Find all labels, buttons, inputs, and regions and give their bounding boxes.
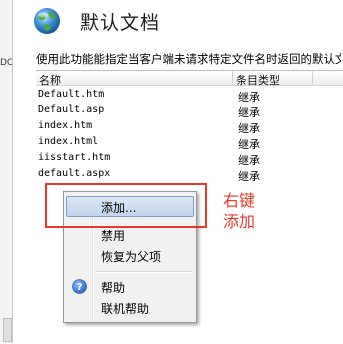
entry-type: 继承 [238, 154, 260, 167]
column-header-entry-type[interactable]: 条目类型 [236, 72, 280, 88]
column-divider[interactable] [312, 71, 313, 85]
menu-separator [96, 271, 192, 273]
document-name: Default.asp [38, 104, 105, 115]
svg-text:?: ? [77, 282, 83, 293]
entry-type: 继承 [238, 122, 260, 135]
document-name: index.htm [38, 120, 93, 131]
list-row[interactable]: iisstart.htm 继承 [36, 151, 343, 167]
feature-description: 使用此功能能指定当客户端未请求特定文件名时返回的默认文 [36, 52, 341, 66]
column-header-name[interactable]: 名称 [39, 72, 61, 88]
left-pane: DC [0, 0, 13, 343]
menu-item-online-help[interactable]: 联机帮助 [66, 297, 194, 318]
annotation-highlight-box [45, 183, 207, 228]
document-name: Default.htm [38, 89, 105, 100]
left-pane-fragment: DC [0, 58, 12, 68]
help-icon: ? [72, 279, 87, 294]
column-divider[interactable] [232, 71, 233, 85]
menu-item-label: 禁用 [101, 229, 126, 243]
document-name: iisstart.htm [38, 152, 111, 163]
menu-item-revert-to-parent[interactable]: 恢复为父项 [66, 245, 194, 266]
list-header: 名称 条目类型 [36, 71, 343, 88]
list-row[interactable]: index.html 继承 [36, 135, 343, 151]
menu-item-label: 帮助 [101, 281, 126, 295]
entry-type: 继承 [238, 106, 260, 119]
menu-item-label: 联机帮助 [101, 302, 150, 316]
menu-item-help[interactable]: ? 帮助 [66, 276, 194, 297]
annotation-label: 右键添加 [223, 191, 256, 231]
left-pane-scrollbar[interactable] [3, 318, 12, 342]
list-row[interactable]: default.aspx 继承 [36, 167, 343, 183]
globe-document-icon [34, 8, 60, 34]
page-title: 默认文档 [80, 12, 161, 34]
entry-type: 继承 [238, 170, 260, 183]
document-name: default.aspx [38, 168, 111, 179]
list-row[interactable]: Default.asp 继承 [36, 103, 343, 119]
list-row[interactable]: Default.htm 继承 [36, 88, 343, 104]
entry-type: 继承 [238, 138, 260, 151]
menu-item-label: 恢复为父项 [101, 250, 162, 264]
list-row[interactable]: index.htm 继承 [36, 119, 343, 135]
document-name: index.html [38, 136, 99, 147]
